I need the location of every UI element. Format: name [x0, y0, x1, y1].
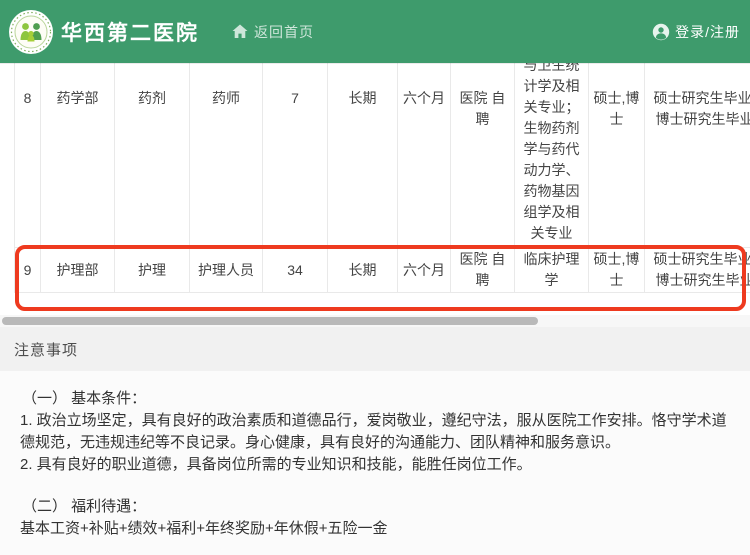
- home-icon: [232, 24, 248, 38]
- top-navigation-bar: 华西第二医院 返回首页 登录/注册: [0, 0, 750, 63]
- site-title: 华西第二医院: [61, 21, 199, 45]
- basic-conditions-item-2: 2. 具有良好的职业道德，具备岗位所需的专业知识和技能，能胜任岗位工作。: [20, 456, 532, 473]
- basic-conditions-item-1: 1. 政治立场坚定，具有良好的政治素质和道德品行，爱岗敬业，遵纪守法，服从医院工…: [20, 412, 727, 451]
- horizontal-scrollbar[interactable]: [0, 315, 750, 327]
- login-register-label: 登录/注册: [675, 23, 740, 40]
- benefits-heading: （二） 福利待遇：: [22, 498, 147, 515]
- hospital-logo-icon[interactable]: [8, 9, 54, 55]
- basic-conditions-heading: （一） 基本条件：: [22, 390, 147, 407]
- notice-title: 注意事项: [14, 341, 79, 359]
- back-home-link[interactable]: 返回首页: [232, 22, 314, 42]
- highlight-box: [15, 245, 746, 311]
- benefits-text: 基本工资+补贴+绩效+福利+年终奖励+年休假+五险一金: [20, 520, 388, 537]
- page: 8 药学部 药剂 药师 7 长期 六个月 医院 自聘 与卫生统计学及相关专业；生…: [0, 0, 750, 555]
- user-icon: [652, 23, 670, 40]
- login-register-link[interactable]: 登录/注册: [652, 22, 740, 42]
- notice-body: （一） 基本条件： 1. 政治立场坚定，具有良好的政治素质和道德品行，爱岗敬业，…: [0, 371, 750, 555]
- back-home-label: 返回首页: [254, 23, 314, 40]
- scrollbar-thumb[interactable]: [2, 317, 538, 325]
- notice-section-header: 注意事项: [0, 327, 750, 371]
